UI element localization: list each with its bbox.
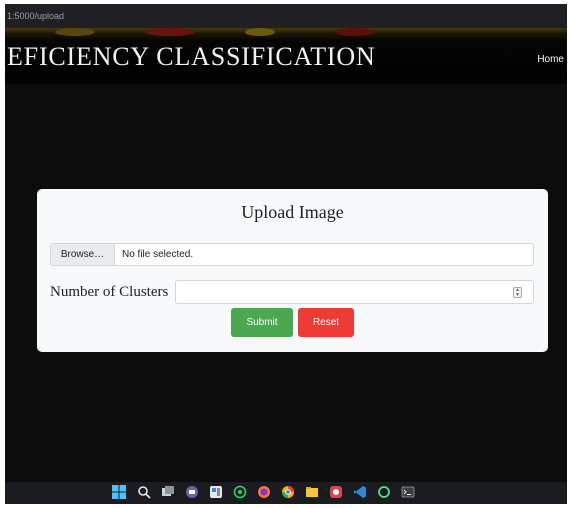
header-decoration <box>55 28 95 36</box>
search-icon[interactable] <box>136 485 152 501</box>
app-icon[interactable] <box>376 485 392 501</box>
firefox-icon[interactable] <box>256 485 272 501</box>
header-decoration <box>145 28 195 36</box>
clusters-input[interactable] <box>175 280 534 304</box>
browser-window: 1:5000/upload EFICIENCY CLASSIFICATION H… <box>5 4 567 504</box>
header-decoration <box>245 28 275 36</box>
header-decoration <box>335 28 375 36</box>
file-explorer-icon[interactable] <box>304 485 320 501</box>
page-header: EFICIENCY CLASSIFICATION Home <box>5 28 567 84</box>
upload-title: Upload Image <box>241 202 344 222</box>
browse-button[interactable]: Browse… <box>51 244 115 265</box>
windows-start-icon[interactable] <box>111 485 127 501</box>
vscode-icon[interactable] <box>352 485 368 501</box>
file-input[interactable]: Browse… No file selected. <box>50 243 534 266</box>
submit-button[interactable]: Submit <box>231 308 293 337</box>
chrome-icon[interactable] <box>280 485 296 501</box>
teams-chat-icon[interactable] <box>184 485 200 501</box>
number-spinner-icon[interactable]: ▲ ▼ <box>513 287 522 298</box>
nav-home-link[interactable]: Home <box>537 54 564 65</box>
reset-button[interactable]: Reset <box>298 308 354 337</box>
task-view-icon[interactable] <box>160 485 176 501</box>
taskbar <box>5 482 567 504</box>
clusters-label: Number of Clusters <box>50 284 169 300</box>
whatsapp-icon[interactable] <box>232 485 248 501</box>
address-bar[interactable]: 1:5000/upload <box>5 4 567 28</box>
terminal-icon[interactable] <box>400 485 416 501</box>
upload-card: Upload Image Browse… No file selected. N… <box>37 189 548 352</box>
app-icon[interactable] <box>328 485 344 501</box>
widgets-icon[interactable] <box>208 485 224 501</box>
file-status-text: No file selected. <box>122 249 194 260</box>
url-text: 1:5000/upload <box>7 11 65 21</box>
page-title: EFICIENCY CLASSIFICATION <box>7 42 376 71</box>
